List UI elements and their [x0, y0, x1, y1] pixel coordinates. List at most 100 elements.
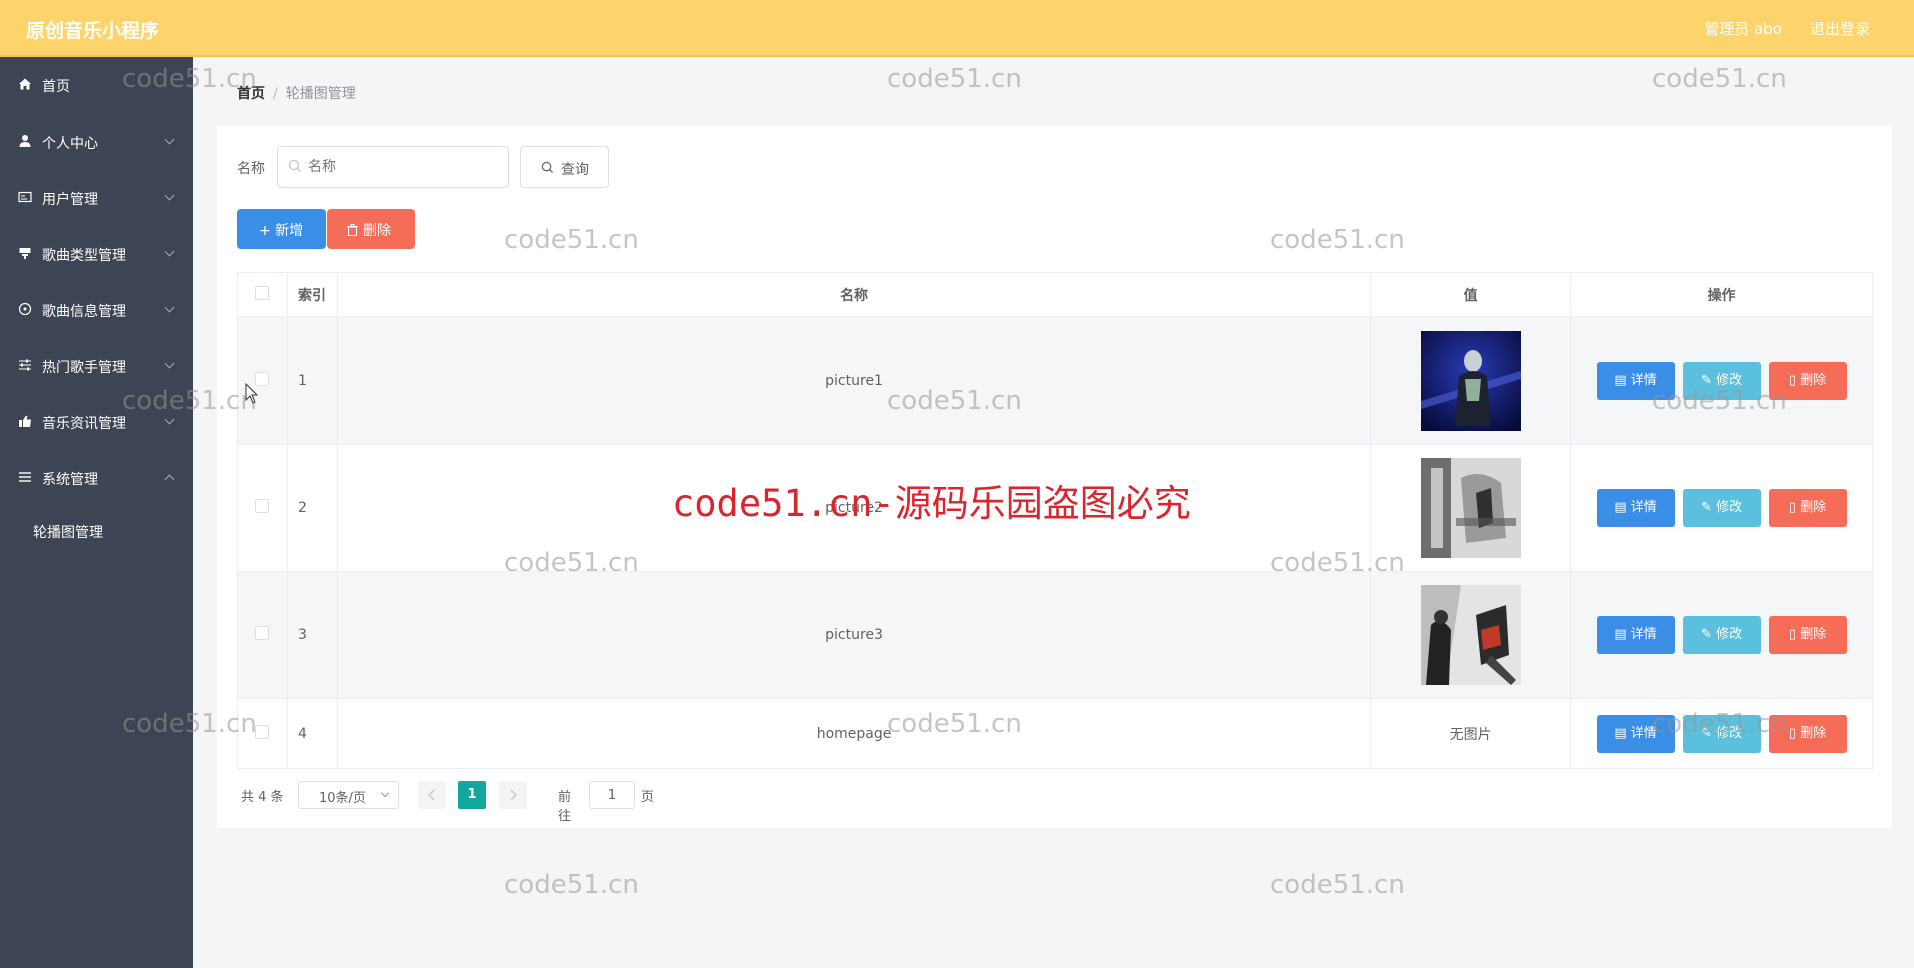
row-actions-cell: ▤ 详情 ✎ 修改 ▯ 删除 — [1570, 571, 1873, 699]
table-row: 1 picture1 ▤ 详情 ✎ 修改 ▯ 删除 — [237, 316, 1873, 445]
sidebar-item-label: 系统管理 — [42, 472, 98, 488]
list-icon — [19, 472, 31, 482]
sidebar-item-hot-singer-management[interactable]: 热门歌手管理 — [0, 346, 193, 386]
row-index: 3 — [286, 571, 338, 699]
row-value-cell — [1370, 444, 1572, 572]
header-name: 名称 — [336, 272, 1372, 317]
edit-button[interactable]: ✎ 修改 — [1682, 361, 1761, 400]
edit-button[interactable]: ✎ 修改 — [1682, 489, 1761, 527]
detail-label: 详情 — [1630, 500, 1657, 515]
next-page-button[interactable] — [499, 781, 527, 809]
carousel-image-thumbnail[interactable] — [1420, 330, 1521, 431]
sidebar-item-user-management[interactable]: 用户管理 — [0, 178, 193, 218]
sidebar-item-home[interactable]: 首页 — [0, 65, 193, 105]
page-number-button[interactable]: 1 — [458, 781, 486, 809]
header-value: 值 — [1370, 272, 1572, 317]
watermark-text: code51.cn — [1270, 870, 1405, 900]
delete-label: 删除 — [1800, 627, 1827, 642]
user-icon — [19, 135, 31, 147]
pencil-icon: ✎ — [1701, 627, 1717, 642]
sidebar-item-label: 歌曲类型管理 — [42, 248, 126, 264]
pencil-icon: ✎ — [1701, 725, 1717, 741]
chevron-down-icon — [380, 788, 390, 798]
disc-icon — [18, 302, 32, 316]
thumb-up-icon — [19, 415, 31, 427]
trash-icon: ▯ — [1788, 725, 1801, 741]
edit-label: 修改 — [1716, 627, 1743, 642]
search-name-label: 名称 — [237, 161, 265, 177]
table-row: 2 picture2 ▤ 详情 ✎ 修改 ▯ 删除 — [237, 444, 1873, 572]
detail-label: 详情 — [1630, 725, 1657, 741]
sidebar-subitem-label: 轮播图管理 — [33, 525, 103, 541]
table-header-row: 索引 名称 值 操作 — [237, 272, 1873, 317]
delete-label: 删除 — [1800, 372, 1827, 388]
search-icon — [541, 161, 554, 174]
sidebar-item-label: 歌曲信息管理 — [42, 304, 126, 320]
doc-icon: ▤ — [1614, 500, 1631, 515]
row-select-cell — [237, 698, 288, 769]
sidebar-subitem-carousel-management[interactable]: 轮播图管理 — [0, 511, 193, 551]
sidebar-item-music-news-management[interactable]: 音乐资讯管理 — [0, 402, 193, 442]
breadcrumb-home[interactable]: 首页 — [237, 86, 265, 102]
add-button-label: + 新增 — [259, 223, 304, 239]
row-select-cell — [237, 316, 288, 445]
chevron-down-icon — [164, 302, 175, 313]
carousel-image-thumbnail[interactable] — [1420, 458, 1521, 558]
carousel-image-thumbnail[interactable] — [1420, 585, 1521, 685]
doc-icon: ▤ — [1614, 372, 1631, 388]
watermark-text: code51.cn — [1652, 64, 1787, 94]
page-size-select[interactable]: 10条/页 — [298, 781, 399, 809]
delete-button[interactable]: ▯ 删除 — [1768, 616, 1847, 654]
detail-button[interactable]: ▤ 详情 — [1596, 361, 1675, 400]
prev-page-button[interactable] — [418, 781, 446, 809]
delete-button[interactable]: ▯ 删除 — [1768, 714, 1847, 753]
row-checkbox[interactable] — [255, 499, 270, 513]
row-checkbox[interactable] — [255, 724, 270, 739]
row-name: picture1 — [336, 316, 1372, 445]
goto-label: 前往 — [558, 790, 572, 824]
row-name: picture3 — [336, 571, 1372, 699]
pagination-total: 共 4 条 — [241, 790, 284, 805]
detail-button[interactable]: ▤ 详情 — [1596, 489, 1675, 527]
chevron-right-icon — [510, 789, 517, 801]
row-checkbox[interactable] — [255, 626, 270, 640]
edit-button[interactable]: ✎ 修改 — [1682, 616, 1761, 654]
chevron-down-icon — [164, 190, 175, 201]
query-button-label: 查询 — [561, 162, 589, 178]
delete-button[interactable]: ▯ 删除 — [1768, 361, 1847, 400]
row-index: 1 — [286, 316, 338, 445]
detail-button[interactable]: ▤ 详情 — [1596, 714, 1675, 753]
row-select-cell — [237, 444, 288, 572]
sidebar-item-song-info-management[interactable]: 歌曲信息管理 — [0, 290, 193, 330]
sidebar-item-label: 用户管理 — [42, 192, 98, 208]
goto-page-input[interactable] — [589, 781, 635, 809]
detail-button[interactable]: ▤ 详情 — [1596, 616, 1675, 654]
trash-icon: ▯ — [1788, 627, 1801, 642]
id-card-icon — [18, 191, 32, 203]
trash-icon — [347, 224, 358, 236]
add-button[interactable]: + 新增 — [237, 209, 326, 249]
watermark-text: code51.cn — [887, 64, 1022, 94]
pencil-icon: ✎ — [1701, 500, 1717, 515]
sidebar-item-system-management[interactable]: 系统管理 — [0, 458, 193, 498]
select-all-checkbox[interactable] — [255, 285, 270, 300]
chevron-down-icon — [164, 414, 175, 425]
chevron-left-icon — [428, 789, 435, 801]
detail-label: 详情 — [1630, 627, 1657, 642]
doc-icon: ▤ — [1614, 627, 1631, 642]
top-header: 原创音乐小程序 管理员 abo 退出登录 — [0, 0, 1914, 57]
search-name-input[interactable] — [277, 146, 509, 188]
row-value-cell — [1370, 571, 1572, 699]
page-size-value: 10条/页 — [319, 791, 366, 806]
batch-delete-text: 删除 — [363, 223, 391, 239]
sidebar-item-personal-center[interactable]: 个人中心 — [0, 122, 193, 162]
row-actions-cell: ▤ 详情 ✎ 修改 ▯ 删除 — [1570, 444, 1873, 572]
edit-button[interactable]: ✎ 修改 — [1682, 714, 1761, 753]
sidebar-item-label: 热门歌手管理 — [42, 360, 126, 376]
delete-button[interactable]: ▯ 删除 — [1768, 489, 1847, 527]
query-button[interactable]: 查询 — [520, 146, 609, 188]
logout-link[interactable]: 退出登录 — [1810, 18, 1870, 39]
sidebar-item-song-type-management[interactable]: 歌曲类型管理 — [0, 234, 193, 274]
batch-delete-button[interactable]: 删除 — [327, 209, 415, 249]
current-user-label: 管理员 abo — [1704, 20, 1782, 38]
